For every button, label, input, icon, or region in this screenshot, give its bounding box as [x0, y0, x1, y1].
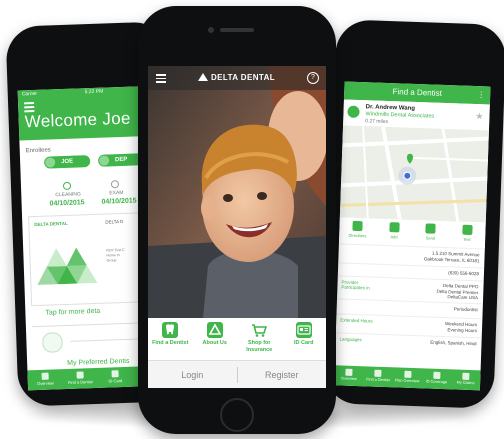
center-phone: DELTA DENTAL ? Find a Dentist About Us S… [138, 6, 336, 434]
carrier-text: Carrier [21, 90, 38, 98]
home-icon [41, 372, 49, 380]
id-card-menu-item[interactable]: ID Card [282, 318, 327, 360]
card-icon [111, 370, 119, 378]
tab-id-coverage[interactable]: ID Coverage [422, 368, 452, 389]
favorite-star-icon[interactable]: ★ [475, 111, 483, 122]
about-us-menu-item[interactable]: About Us [193, 318, 238, 360]
enrollees-label: Enrollees [25, 147, 51, 155]
card-details: ROY Test C Home In Group [106, 247, 125, 263]
hamburger-icon[interactable] [156, 74, 166, 85]
more-icon[interactable]: ⋮ [477, 86, 486, 104]
exam-date: 04/10/2015 [101, 197, 137, 206]
status-time: 5:22 PM [84, 88, 104, 96]
shield-icon [432, 371, 441, 379]
home-button[interactable] [220, 398, 254, 432]
status-bar: Carrier 5:22 PM ▮ [18, 86, 158, 100]
right-tab-bar: Overview Find a Dentist Plan Overview ID… [333, 365, 481, 391]
card-logo: DELTA DENTAL [34, 220, 68, 228]
cleaning-date: 04/10/2015 [49, 199, 85, 208]
right-phone-screen: Find a Dentist ⋮ Dr. Andrew Wang Windmil… [333, 81, 491, 391]
card-title: DELTA D [105, 218, 124, 225]
send-icon [425, 223, 436, 234]
tap-for-more-link[interactable]: Tap for more deta [45, 308, 100, 317]
add-person-icon [389, 222, 400, 233]
exam-status-icon [110, 180, 120, 189]
earpiece-speaker [220, 28, 254, 32]
tooth-icon [76, 371, 84, 379]
tooth-icon [162, 322, 179, 338]
location-map[interactable] [339, 125, 489, 223]
claims-icon [462, 372, 470, 380]
avatar-dot [98, 155, 110, 166]
find-dentist-menu-item[interactable]: Find a Dentist [148, 318, 193, 360]
shop-insurance-menu-item[interactable]: Shop for Insurance [237, 318, 282, 360]
avatar-dot [45, 157, 56, 168]
tab-find-dentist[interactable]: Find a Dentist [363, 366, 393, 387]
cleaning-status-icon [62, 181, 72, 191]
directions-button[interactable]: Directions [339, 217, 376, 244]
brand-logo: DELTA DENTAL [198, 73, 275, 82]
id-card-icon [295, 322, 312, 338]
help-icon[interactable]: ? [307, 72, 319, 84]
tab-id-card[interactable]: ID Card [97, 367, 133, 388]
welcome-title: Welcome Joe [24, 108, 131, 132]
main-menu: Find a Dentist About Us Shop for Insuran… [148, 318, 326, 360]
message-icon [462, 224, 473, 236]
dentist-details: 1.5 210 Summit Avenue Oakbrook Terrace, … [335, 243, 485, 353]
preferred-dentist-label: My Preferred Dentis [67, 357, 130, 367]
screen-title: Find a Dentist [392, 87, 443, 98]
delta-triangle-icon [198, 73, 208, 81]
map-roads [339, 125, 489, 223]
document-icon [403, 370, 412, 378]
send-button[interactable]: Send [412, 220, 449, 247]
hero-photo: DELTA DENTAL ? [148, 66, 326, 318]
smiling-child-photo [148, 66, 326, 318]
tab-overview[interactable]: Overview [27, 369, 63, 390]
add-contact-button[interactable]: Add [375, 219, 412, 246]
front-camera [208, 27, 214, 33]
login-button[interactable]: Login [148, 361, 237, 388]
exam-label: EXAM [109, 189, 124, 197]
register-button[interactable]: Register [238, 361, 327, 388]
enrollee-pill-joe[interactable]: JOE [43, 155, 91, 169]
shopping-cart-icon [251, 322, 268, 338]
text-button[interactable]: Text [448, 221, 485, 248]
cleaning-label: CLEANING [55, 191, 81, 199]
tab-claims[interactable]: My Claims [451, 369, 481, 390]
tab-find-dentist[interactable]: Find a Dentist [62, 368, 98, 389]
directions-icon [352, 220, 363, 232]
tab-plan-overview[interactable]: Plan Overview [392, 367, 422, 388]
triangle-pattern-icon [37, 247, 98, 285]
right-phone: Find a Dentist ⋮ Dr. Andrew Wang Windmil… [323, 19, 504, 409]
dentist-avatar-icon [42, 332, 63, 353]
distance: 0.27 miles [365, 118, 389, 125]
auth-bar: Login Register [148, 360, 326, 388]
delta-logo-icon [206, 322, 223, 338]
app-bar: DELTA DENTAL ? [148, 66, 326, 90]
tab-overview[interactable]: Overview [334, 365, 364, 386]
center-phone-screen: DELTA DENTAL ? Find a Dentist About Us S… [148, 66, 326, 388]
home-icon [345, 368, 353, 376]
tooth-icon [374, 369, 382, 377]
dentist-badge-icon [347, 105, 360, 118]
